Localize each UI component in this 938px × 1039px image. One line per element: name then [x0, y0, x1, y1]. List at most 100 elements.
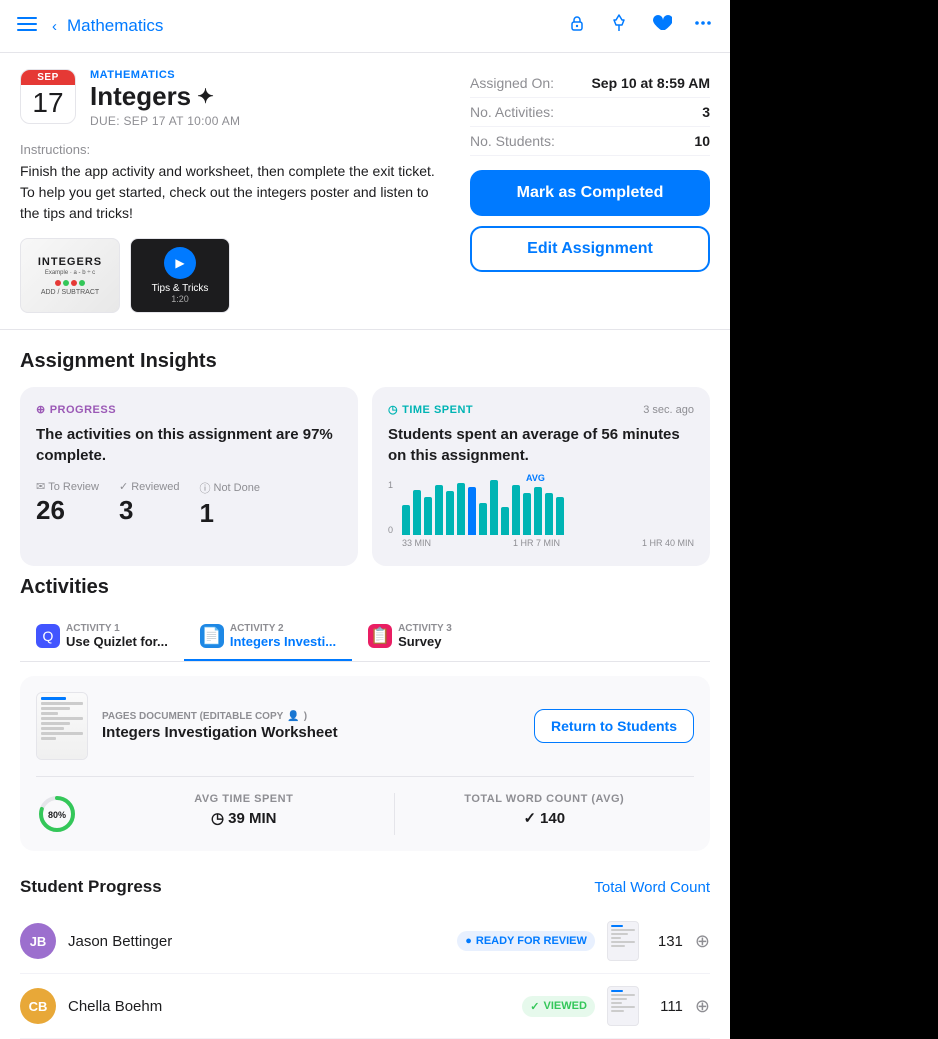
- play-button-icon[interactable]: ▶: [164, 247, 196, 279]
- avg-time-stat: AVG TIME SPENT ◷ 39 MIN: [94, 793, 394, 835]
- activities-label: No. Activities:: [470, 104, 554, 120]
- chart-y-labels: 1 0: [388, 480, 393, 535]
- instructions-label: Instructions:: [20, 142, 450, 157]
- activity-2-number: ACTIVITY 2: [230, 623, 336, 634]
- reviewed-stat: ✓ Reviewed 3: [119, 480, 180, 529]
- edit-assignment-button[interactable]: Edit Assignment: [470, 226, 710, 272]
- activity-tab-2[interactable]: 📄 ACTIVITY 2 Integers Investi...: [184, 613, 352, 661]
- student-doc-thumb[interactable]: [607, 986, 639, 1026]
- student-more-icon[interactable]: ⊕: [695, 931, 710, 952]
- activity-3-number: ACTIVITY 3: [398, 623, 452, 634]
- status-badge: ● READY FOR REVIEW: [457, 931, 595, 951]
- student-row: JB Jason Bettinger ● READY FOR REVIEW 13…: [20, 909, 710, 974]
- x-label-3: 1 HR 40 MIN: [642, 538, 694, 548]
- info-icon: ⓘ: [200, 480, 211, 496]
- bar-14: [545, 493, 553, 535]
- lock-icon[interactable]: [566, 12, 588, 40]
- avg-bar-wrapper: AVG: [534, 487, 542, 535]
- student-name: Chella Boehm: [68, 998, 510, 1015]
- to-review-value: 26: [36, 495, 99, 526]
- bar-avg: [468, 487, 476, 535]
- student-more-icon[interactable]: ⊕: [695, 996, 710, 1017]
- insights-title: Assignment Insights: [20, 350, 710, 373]
- bar-10: [501, 507, 509, 535]
- activity-tab-3[interactable]: 📋 ACTIVITY 3 Survey: [352, 613, 468, 661]
- pin-icon[interactable]: [608, 12, 630, 40]
- avatar: CB: [20, 988, 56, 1024]
- calendar-month: SEP: [21, 70, 75, 85]
- student-progress-title: Student Progress: [20, 877, 162, 897]
- nav-back-title[interactable]: Mathematics: [67, 16, 163, 36]
- clock-small-icon: ◷: [211, 809, 224, 827]
- due-date: DUE: SEP 17 AT 10:00 AM: [90, 114, 450, 128]
- activity-1-number: ACTIVITY 1: [66, 623, 168, 634]
- progress-ring-svg: 80%: [36, 793, 78, 835]
- heart-icon[interactable]: [650, 12, 672, 40]
- students-label: No. Students:: [470, 133, 555, 149]
- bar-6: [457, 483, 465, 535]
- activities-row: No. Activities: 3: [470, 98, 710, 127]
- word-count-value: ✓ 140: [523, 809, 565, 827]
- bar-8: [479, 503, 487, 535]
- word-count-stat: TOTAL WORD COUNT (AVG) ✓ 140: [394, 793, 695, 835]
- calendar-badge: SEP 17: [20, 69, 76, 124]
- viewed-dot-icon: ✓: [530, 1000, 539, 1013]
- bar-5: [446, 491, 454, 535]
- activity-content: PAGES DOCUMENT (EDITABLE COPY 👤 ) Intege…: [20, 676, 710, 851]
- bar-11: [512, 485, 520, 535]
- bar-4: [435, 485, 443, 535]
- student-progress-header: Student Progress Total Word Count: [20, 877, 710, 897]
- assignment-header: SEP 17 MATHEMATICS Integers ✦ DUE: SEP 1…: [0, 53, 730, 330]
- assigned-on-row: Assigned On: Sep 10 at 8:59 AM: [470, 69, 710, 98]
- back-arrow-icon[interactable]: ‹: [52, 18, 57, 35]
- integers-poster-attachment[interactable]: INTEGERS Example · a - b ÷ c ADD / SUBTR…: [20, 238, 120, 313]
- student-doc-thumb[interactable]: [607, 921, 639, 961]
- avatar: JB: [20, 923, 56, 959]
- survey-icon: 📋: [368, 624, 392, 648]
- total-word-count-link[interactable]: Total Word Count: [594, 879, 710, 896]
- instructions-text: Finish the app activity and worksheet, t…: [20, 161, 450, 224]
- x-label-1: 33 MIN: [402, 538, 431, 548]
- reviewed-value: 3: [119, 495, 180, 526]
- return-to-students-button[interactable]: Return to Students: [534, 709, 694, 743]
- student-row: CB Chella Boehm ✓ VIEWED 111 ⊕: [20, 974, 710, 1039]
- chart-axis: 33 MIN 1 HR 7 MIN 1 HR 40 MIN: [402, 538, 694, 548]
- quizlet-icon: Q: [36, 624, 60, 648]
- bar-2: [413, 490, 421, 535]
- assignment-title: Integers ✦: [90, 81, 450, 112]
- mail-icon: ✉: [36, 480, 45, 493]
- bar-1: [402, 505, 410, 535]
- bar-3: [424, 497, 432, 535]
- sidebar-toggle-icon[interactable]: [16, 13, 38, 40]
- video-attachment[interactable]: ▶ Tips & Tricks 1:20: [130, 238, 230, 313]
- progress-icon: ⊕: [36, 403, 46, 416]
- video-duration: 1:20: [171, 294, 189, 304]
- not-done-stat: ⓘ Not Done 1: [200, 480, 260, 529]
- insights-section: Assignment Insights ⊕ PROGRESS The activ…: [0, 330, 730, 576]
- progress-text: The activities on this assignment are 97…: [36, 424, 342, 466]
- activity-1-name: Use Quizlet for...: [66, 634, 168, 649]
- clock-icon: ◷: [388, 403, 398, 416]
- progress-card: ⊕ PROGRESS The activities on this assign…: [20, 387, 358, 566]
- x-label-2: 1 HR 7 MIN: [513, 538, 560, 548]
- doc-icon: 📄: [200, 624, 224, 648]
- timestamp: 3 sec. ago: [643, 404, 694, 416]
- activity-tab-1[interactable]: Q ACTIVITY 1 Use Quizlet for...: [20, 613, 184, 661]
- student-progress-section: Student Progress Total Word Count JB Jas…: [0, 861, 730, 1039]
- to-review-stat: ✉ To Review 26: [36, 480, 99, 529]
- assigned-on-value: Sep 10 at 8:59 AM: [591, 75, 710, 91]
- assignment-info-panel: Assigned On: Sep 10 at 8:59 AM No. Activ…: [470, 69, 710, 313]
- doc-type-label: PAGES DOCUMENT (EDITABLE COPY 👤 ): [102, 711, 520, 722]
- students-value: 10: [694, 133, 710, 149]
- avg-time-label: AVG TIME SPENT: [194, 793, 293, 805]
- chart-bars: AVG: [402, 480, 694, 535]
- assigned-on-label: Assigned On:: [470, 75, 554, 91]
- mark-complete-button[interactable]: Mark as Completed: [470, 170, 710, 216]
- student-word-count: 131: [651, 933, 683, 950]
- top-navigation: ‹ Mathematics: [0, 0, 730, 53]
- activity-stats-row: 80% AVG TIME SPENT ◷ 39 MIN TOTAL WORD C…: [36, 777, 694, 835]
- progress-ring-wrap: 80%: [36, 793, 94, 835]
- bar-12: [523, 493, 531, 535]
- student-name: Jason Bettinger: [68, 933, 445, 950]
- more-icon[interactable]: [692, 12, 714, 40]
